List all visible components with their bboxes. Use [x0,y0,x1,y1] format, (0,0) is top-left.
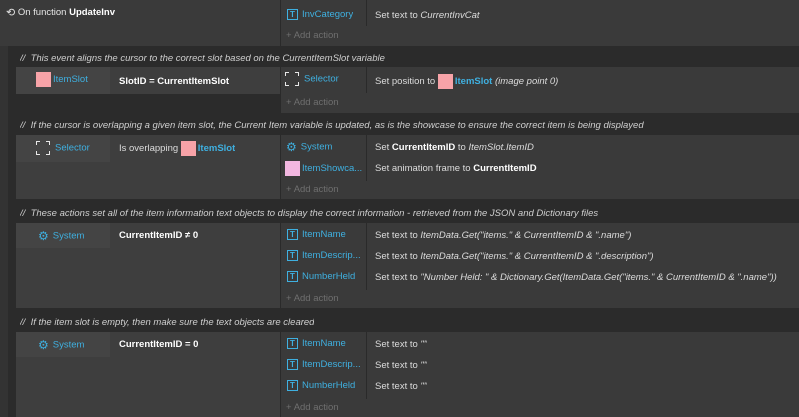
add-action-button[interactable]: + Add action [286,402,339,413]
condition-object[interactable]: ⚙ System [38,229,84,243]
add-action-button[interactable]: + Add action [286,184,339,195]
condition-text[interactable]: CurrentItemID = 0 [119,339,198,350]
condition-object[interactable]: ⚙ System [38,338,84,352]
event-comment[interactable]: // If the item slot is empty, then make … [20,317,314,328]
action-object[interactable]: T ItemName [287,229,346,240]
text-icon: T [287,229,298,240]
text-icon: T [287,380,298,391]
action-object[interactable]: T ItemName [287,338,346,349]
condition-object[interactable]: ItemSlot [36,72,88,87]
itemslot-sprite-icon [437,74,453,89]
text-icon: T [287,250,298,261]
event-comment[interactable]: // If the cursor is overlapping a given … [20,120,644,131]
condition-object[interactable]: Selector [36,141,90,155]
plus-icon: + [286,293,292,304]
action-text[interactable]: Set position to ItemSlot (image point 0) [375,74,558,89]
action-object[interactable]: T NumberHeld [287,380,355,391]
add-action-button[interactable]: + Add action [286,30,339,41]
text-icon: T [287,338,298,349]
refresh-icon: ⟲ [6,7,16,19]
condition-text[interactable]: SlotID = CurrentItemSlot [119,76,229,87]
action-text[interactable]: Set text to ItemData.Get("items." & Curr… [375,230,631,241]
add-action-button[interactable]: + Add action [286,293,339,304]
plus-icon: + [286,97,292,108]
action-text[interactable]: Set text to "" [375,360,427,371]
text-icon: T [287,359,298,370]
plus-icon: + [286,184,292,195]
action-object[interactable]: T ItemDescrip... [287,359,361,370]
gear-icon: ⚙ [38,338,49,352]
action-object[interactable]: ItemShowca... [285,161,362,176]
event-comment[interactable]: // These actions set all of the item inf… [20,208,598,219]
function-title[interactable]: ⟲ On function UpdateInv [6,6,115,19]
text-icon: T [287,9,298,20]
action-text[interactable]: Set text to "" [375,381,427,392]
action-object-name: InvCategory [302,9,354,21]
action-object[interactable]: Selector [285,72,339,86]
action-text[interactable]: Set text to CurrentInvCat [375,10,480,21]
function-title-name: UpdateInv [69,7,116,19]
gear-icon: ⚙ [286,140,297,154]
action-text[interactable]: Set text to "" [375,339,427,350]
action-object[interactable]: T ItemDescrip... [287,250,361,261]
itemslot-sprite-icon [180,141,196,156]
action-text[interactable]: Set CurrentItemID to ItemSlot.ItemID [375,142,534,153]
event-comment[interactable]: // This event aligns the cursor to the c… [20,53,385,64]
action-text[interactable]: Set text to "Number Held: " & Dictionary… [375,272,777,283]
plus-icon: + [286,402,292,413]
action-text[interactable]: Set animation frame to CurrentItemID [375,163,537,174]
itemslot-sprite-icon [36,72,51,87]
plus-icon: + [286,30,292,41]
showcase-sprite-icon [285,161,300,176]
action-row[interactable]: T InvCategory [287,9,353,20]
add-action-button[interactable]: + Add action [286,97,339,108]
action-object[interactable]: T NumberHeld [287,271,355,282]
function-title-prefix: On function [17,7,70,19]
condition-text[interactable]: CurrentItemID ≠ 0 [119,230,198,241]
action-object[interactable]: ⚙ System [286,140,332,154]
action-text[interactable]: Set text to ItemData.Get("items." & Curr… [375,251,654,262]
text-icon: T [287,271,298,282]
selector-icon [285,72,299,86]
condition-text[interactable]: Is overlapping ItemSlot [119,141,235,156]
selector-icon [36,141,50,155]
gear-icon: ⚙ [38,229,49,243]
